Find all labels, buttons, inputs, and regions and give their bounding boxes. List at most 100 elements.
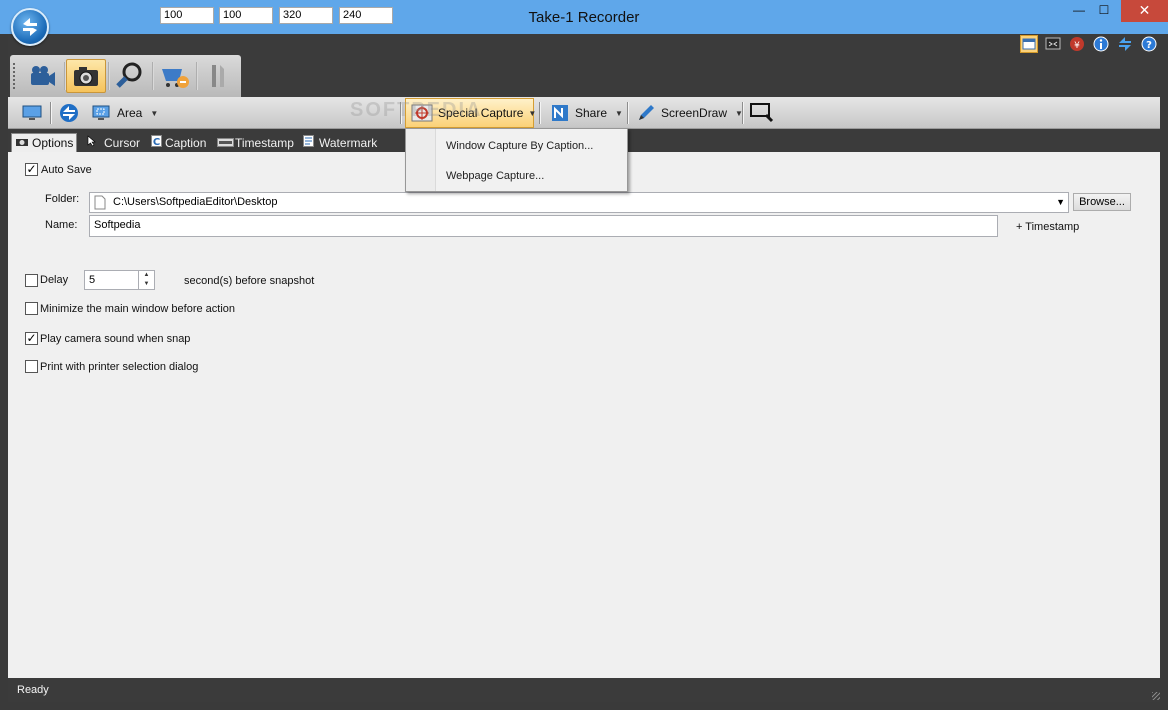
toolbar-separator [539,102,540,124]
photo-mode-button[interactable] [66,59,106,93]
folder-label: Folder: [45,193,80,205]
area-monitor-icon [92,105,110,120]
delay-value: 5 [89,274,96,286]
timestamp-icon [217,136,234,150]
zoom-capture-button[interactable] [749,97,775,129]
fullscreen-capture-button[interactable] [21,97,43,129]
video-camera-icon [31,66,55,86]
minimize-window-checkbox[interactable] [25,302,38,315]
watermark-icon [303,135,314,150]
cursor-icon [86,135,98,150]
target-capture-icon [411,104,433,122]
share-button[interactable]: Share ▼ [550,97,623,129]
screendraw-label: ScreenDraw [661,106,728,120]
status-text: Ready [17,684,49,696]
logo-capture-button[interactable] [58,97,80,129]
close-button[interactable]: ✕ [1121,0,1168,22]
search-mode-button[interactable] [110,59,150,93]
camera-icon [74,67,98,86]
screendraw-button[interactable]: ScreenDraw ▼ [636,97,743,129]
toolbar-separator [627,102,628,124]
file-icon [94,195,106,217]
area-label: Area [117,106,143,120]
delay-spin-buttons[interactable]: ▲ ▼ [138,271,154,289]
layout-view-icon[interactable] [1020,35,1038,53]
share-mode-button[interactable] [154,59,194,93]
help-icon[interactable]: ? [1140,35,1158,53]
minimize-window-label: Minimize the main window before action [40,303,236,315]
folder-path-value: C:\Users\SoftpediaEditor\Desktop [113,196,278,208]
share-label: Share [575,106,608,120]
tab-timestamp-label: Timestamp [235,135,294,150]
print-dialog-label: Print with printer selection dialog [40,361,199,373]
tab-caption-label: Caption [165,135,207,150]
delay-label: Delay [40,274,69,286]
tab-caption[interactable]: C Caption [151,133,206,152]
folder-combobox[interactable]: C:\Users\SoftpediaEditor\Desktop ▼ [89,192,1069,213]
delay-stepper[interactable]: 5 ▲ ▼ [84,270,155,290]
tools-mode-button[interactable] [198,59,238,93]
svg-text:C: C [153,137,160,147]
name-label: Name: [45,219,78,231]
special-capture-label: Special Capture [438,106,524,120]
menu-item-webpage-capture[interactable]: Webpage Capture... [446,170,544,182]
toolbar-separator [742,102,743,124]
camera-sound-checkbox[interactable]: ✓ [25,332,38,345]
auto-save-label: Auto Save [41,164,92,176]
special-capture-dropdown-arrow[interactable]: ▼ [528,109,536,118]
tab-options[interactable]: Options [11,133,78,152]
app-logo-icon[interactable] [11,8,49,46]
delay-suffix-label: second(s) before snapshot [184,275,315,287]
area-x-input[interactable]: 100 [160,7,214,24]
special-capture-menu: Window Capture By Caption... Webpage Cap… [405,128,628,192]
area-height-input[interactable]: 240 [339,7,393,24]
share-dropdown-arrow[interactable]: ▼ [615,109,623,118]
toolbar-separator [400,102,401,124]
tab-options-label: Options [32,136,74,150]
tab-cursor-label: Cursor [104,135,141,150]
browse-button[interactable]: Browse... [1073,193,1131,211]
magnifier-tool-icon [116,62,142,88]
share-icon [552,105,568,121]
logo-small-icon[interactable] [1116,35,1134,53]
monitor-icon [22,105,42,120]
area-capture-button[interactable]: Area ▼ [91,97,158,129]
cart-remove-icon [162,69,189,88]
minimize-button[interactable]: — [1066,0,1092,22]
tab-timestamp[interactable]: Timestamp [217,133,294,152]
mode-tab-strip [10,55,241,97]
delay-checkbox[interactable] [25,274,38,287]
compact-view-icon[interactable] [1044,35,1062,53]
auto-save-checkbox[interactable]: ✓ [25,163,38,176]
camera-small-icon [15,136,29,150]
aperture-icon [60,104,78,122]
print-dialog-checkbox[interactable] [25,360,38,373]
add-timestamp-button[interactable]: + Timestamp [1016,221,1079,233]
info-icon[interactable] [1092,35,1110,53]
svg-text:?: ? [1146,40,1152,51]
tab-watermark[interactable]: Watermark [303,133,377,152]
video-mode-button[interactable] [22,59,62,93]
toolbar-separator [50,102,51,124]
resize-grip[interactable] [1152,692,1160,700]
tab-cursor[interactable]: Cursor [86,133,140,152]
svg-text:¥: ¥ [1074,41,1080,51]
zoom-window-icon [750,103,774,123]
area-width-input[interactable]: 320 [279,7,333,24]
camera-sound-label: Play camera sound when snap [40,333,191,345]
menu-icon-gutter [406,129,436,191]
tab-watermark-label: Watermark [319,135,378,150]
bug-report-icon[interactable]: ¥ [1068,35,1086,53]
chevron-down-icon[interactable]: ▼ [1056,193,1065,212]
grip-handle[interactable] [13,63,15,89]
status-bar: Ready [8,678,1160,702]
tools-icon [212,65,224,87]
maximize-button[interactable]: ☐ [1091,0,1117,22]
menu-item-window-capture[interactable]: Window Capture By Caption... [446,140,593,152]
area-y-input[interactable]: 100 [219,7,273,24]
pen-icon [639,105,654,120]
area-dropdown-arrow[interactable]: ▼ [150,109,158,118]
special-capture-content[interactable]: Special Capture ▼ [411,97,536,129]
app-window: Take-1 Recorder — ☐ ✕ ¥ ? Area ▼ 100 100… [0,0,1168,710]
name-input[interactable]: Softpedia [89,215,998,237]
